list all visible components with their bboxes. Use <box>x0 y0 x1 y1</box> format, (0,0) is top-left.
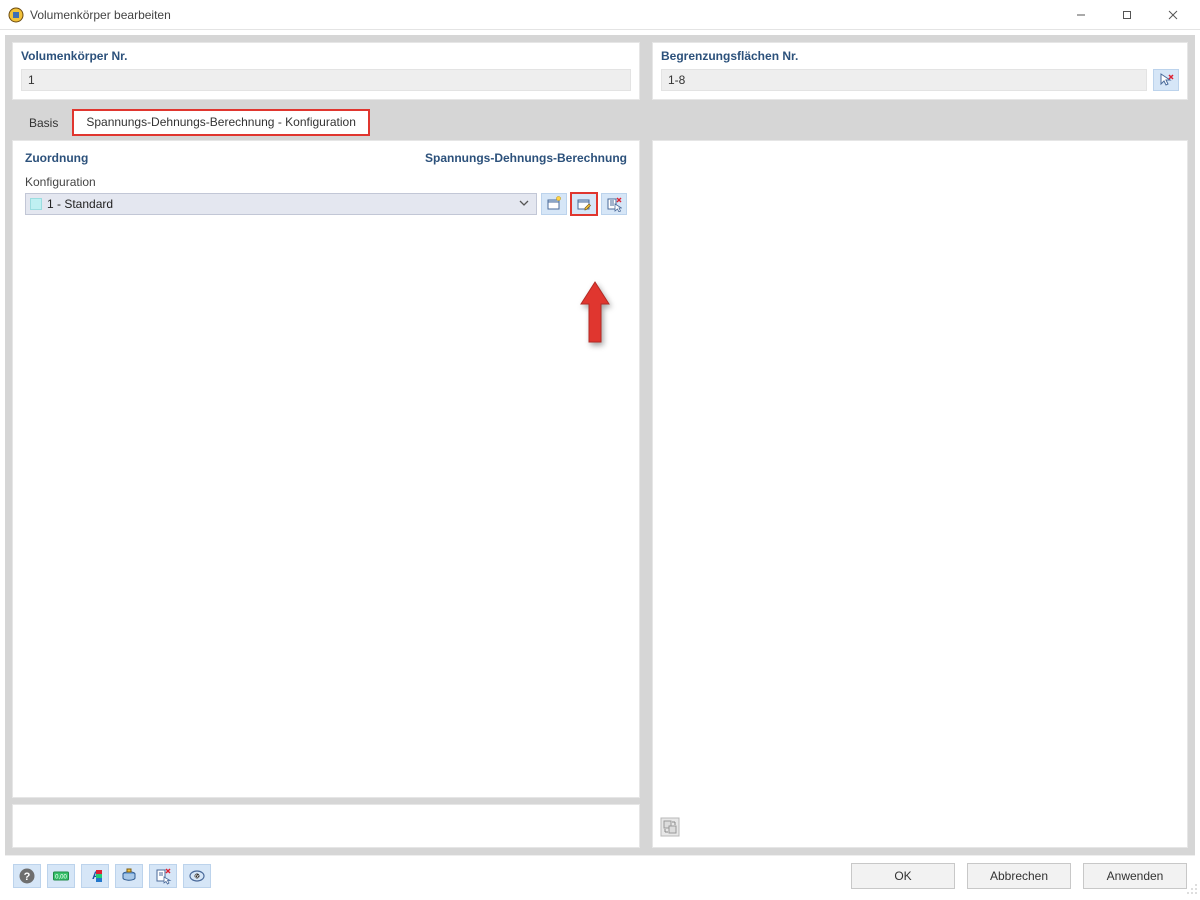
assignment-subheading: Spannungs-Dehnungs-Berechnung <box>425 151 627 165</box>
preview-panel <box>652 140 1188 848</box>
left-bottom-panel <box>12 804 640 848</box>
window-minimize-button[interactable] <box>1058 0 1104 30</box>
boundary-surfaces-field[interactable]: 1-8 <box>661 69 1147 91</box>
clear-icon <box>606 196 622 212</box>
solid-number-box: Volumenkörper Nr. 1 <box>12 42 640 100</box>
function-icon: fx <box>188 867 206 885</box>
tab-stress-strain-config[interactable]: Spannungs-Dehnungs-Berechnung - Konfigur… <box>73 110 369 135</box>
dialog-frame: Volumenkörper Nr. 1 Begrenzungsflächen N… <box>0 30 1200 900</box>
font-color-button[interactable]: A <box>81 864 109 888</box>
config-selected-text: 1 - Standard <box>47 197 516 211</box>
window-close-button[interactable] <box>1150 0 1196 30</box>
tab-row: Basis Spannungs-Dehnungs-Berechnung - Ko… <box>12 108 1188 134</box>
svg-text:?: ? <box>24 871 31 883</box>
config-color-swatch <box>30 198 42 210</box>
units-icon: 0,00 <box>52 867 70 885</box>
detach-button[interactable] <box>149 864 177 888</box>
config-select[interactable]: 1 - Standard <box>25 193 537 215</box>
assignment-panel: Zuordnung Spannungs-Dehnungs-Berechnung … <box>12 140 640 798</box>
help-icon: ? <box>18 867 36 885</box>
fit-view-icon <box>659 816 681 838</box>
right-column <box>652 140 1188 848</box>
solid-number-label: Volumenkörper Nr. <box>21 49 631 63</box>
boundary-surfaces-label: Begrenzungsflächen Nr. <box>661 49 1179 63</box>
edit-config-button[interactable] <box>571 193 597 215</box>
layer-icon <box>120 867 138 885</box>
fit-view-button[interactable] <box>659 816 681 841</box>
main-content: Zuordnung Spannungs-Dehnungs-Berechnung … <box>12 140 1188 848</box>
config-row: 1 - Standard <box>25 193 627 215</box>
edit-icon <box>576 196 592 212</box>
left-column: Zuordnung Spannungs-Dehnungs-Berechnung … <box>12 140 640 848</box>
resize-grip-icon <box>1184 881 1198 895</box>
header-row: Volumenkörper Nr. 1 Begrenzungsflächen N… <box>12 42 1188 100</box>
font-color-icon: A <box>86 867 104 885</box>
cancel-button[interactable]: Abbrechen <box>967 863 1071 889</box>
chevron-down-icon <box>516 197 532 211</box>
solid-number-field[interactable]: 1 <box>21 69 631 91</box>
dialog-footer: ? 0,00 A <box>5 855 1195 895</box>
assignment-heading: Zuordnung <box>25 151 88 165</box>
boundary-surfaces-box: Begrenzungsflächen Nr. 1-8 <box>652 42 1188 100</box>
ok-button[interactable]: OK <box>851 863 955 889</box>
function-button[interactable]: fx <box>183 864 211 888</box>
new-icon <box>546 196 562 212</box>
pick-surfaces-button[interactable] <box>1153 69 1179 91</box>
cursor-pick-icon <box>1158 72 1174 88</box>
svg-text:0,00: 0,00 <box>55 874 67 880</box>
window-maximize-button[interactable] <box>1104 0 1150 30</box>
detach-icon <box>154 867 172 885</box>
resize-grip[interactable] <box>1184 881 1198 898</box>
layer-button[interactable] <box>115 864 143 888</box>
tab-basis[interactable]: Basis <box>16 111 71 135</box>
new-config-button[interactable] <box>541 193 567 215</box>
client-area: Volumenkörper Nr. 1 Begrenzungsflächen N… <box>5 35 1195 855</box>
config-label: Konfiguration <box>25 175 627 189</box>
help-button[interactable]: ? <box>13 864 41 888</box>
apply-button[interactable]: Anwenden <box>1083 863 1187 889</box>
svg-text:fx: fx <box>195 874 199 880</box>
units-button[interactable]: 0,00 <box>47 864 75 888</box>
clear-config-button[interactable] <box>601 193 627 215</box>
titlebar: Volumenkörper bearbeiten <box>0 0 1200 30</box>
window-title: Volumenkörper bearbeiten <box>30 8 171 22</box>
app-icon <box>8 7 24 23</box>
